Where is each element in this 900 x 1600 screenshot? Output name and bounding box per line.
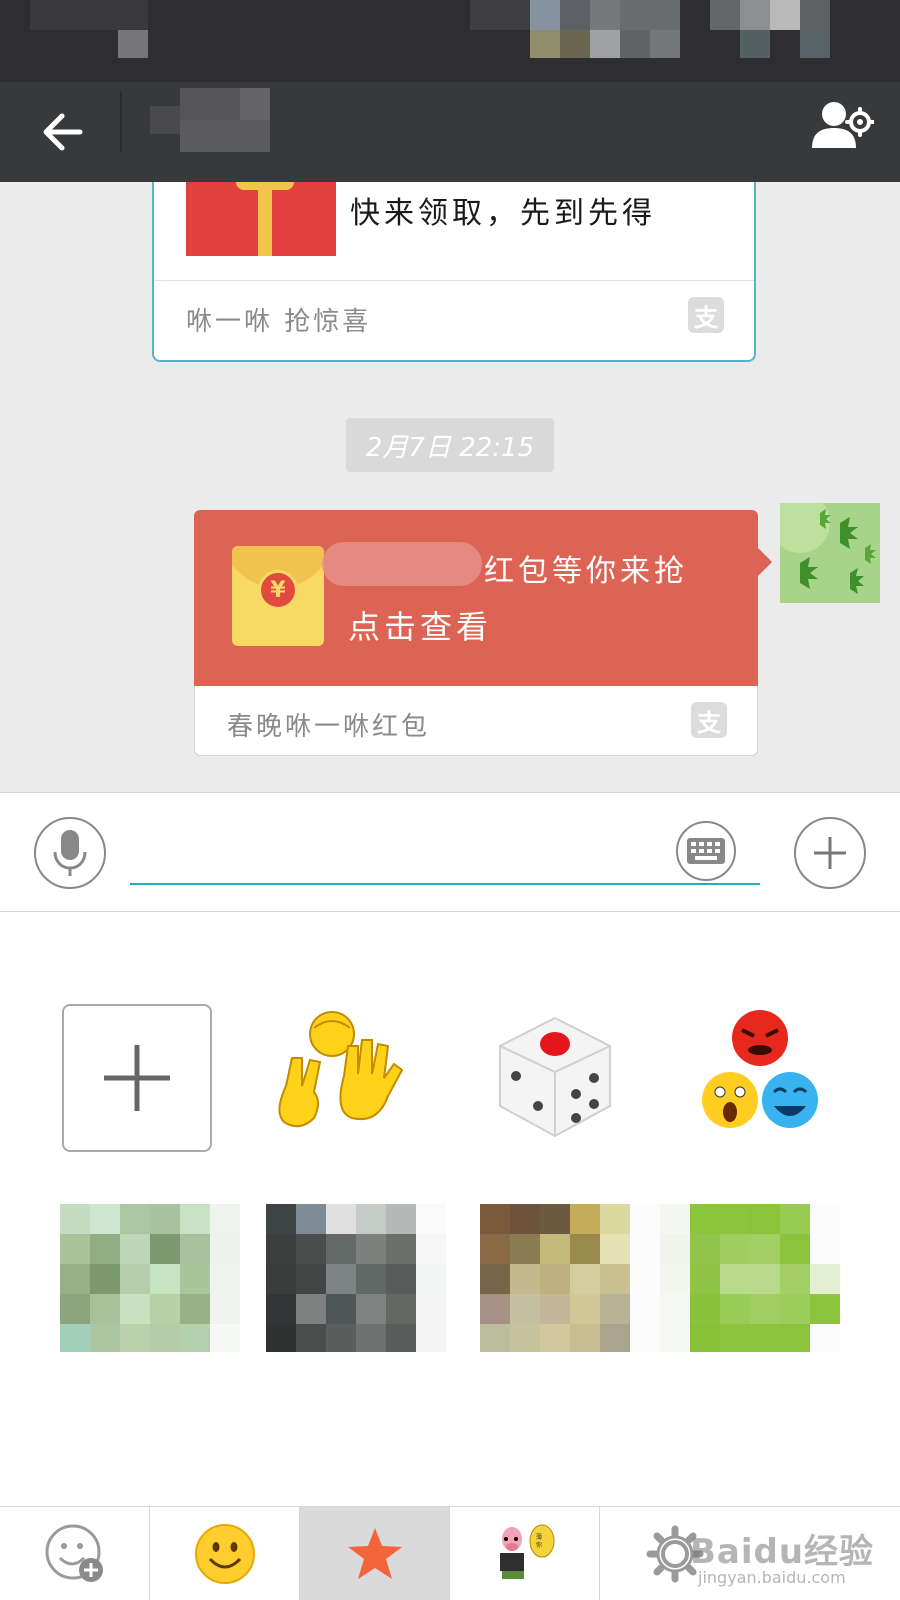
gift-box-icon <box>186 182 336 256</box>
dice-sticker[interactable] <box>480 1006 630 1156</box>
add-sticker-button[interactable] <box>62 1004 212 1152</box>
red-packet-action: 点击查看 <box>348 608 493 646</box>
chat-settings-button[interactable] <box>808 96 875 156</box>
red-packet-title: 红包等你来抢 <box>484 554 688 589</box>
chat-area[interactable]: 快来领取，先到先得 咻一咻 抢惊喜 支 2月7日 22:15 ¥ 红包等你来抢 … <box>0 182 900 792</box>
voice-button[interactable] <box>34 817 106 889</box>
sticker-category-tabs: 薄 你 <box>0 1506 900 1600</box>
emoji-add-icon <box>45 1524 103 1582</box>
keyboard-icon <box>687 838 725 864</box>
gear-icon <box>646 1525 704 1583</box>
tab-emoji-manage[interactable] <box>0 1507 150 1600</box>
input-bar <box>0 792 900 912</box>
hand-gestures-icon <box>278 1011 404 1128</box>
microphone-icon <box>53 830 87 876</box>
blurred-sticker-2[interactable] <box>266 1204 446 1352</box>
tab-smileys[interactable] <box>150 1507 300 1600</box>
sticker-panel <box>0 912 900 1506</box>
tab-favorites[interactable] <box>300 1507 450 1600</box>
smiley-icon <box>194 1524 255 1584</box>
keyboard-toggle-button[interactable] <box>676 821 736 881</box>
plus-circle-icon <box>814 837 846 869</box>
red-packet-message[interactable]: ¥ 红包等你来抢 点击查看 <box>194 510 772 686</box>
svg-text:你: 你 <box>536 1541 542 1549</box>
blurred-sticker-3[interactable] <box>480 1204 660 1352</box>
back-button[interactable] <box>30 100 94 164</box>
more-options-button[interactable] <box>794 817 866 889</box>
red-envelope-icon: ¥ <box>232 546 324 646</box>
avatar[interactable] <box>780 503 880 603</box>
red-packet-footer-text: 春晚咻一咻红包 <box>227 712 431 742</box>
promo-card-footer: 咻一咻 抢惊喜 支 <box>154 280 754 352</box>
blurred-sticker-1[interactable] <box>60 1204 240 1352</box>
alipay-icon: 支 <box>691 702 727 738</box>
emoji-faces-sticker[interactable] <box>690 1006 840 1156</box>
plus-icon <box>104 1045 170 1111</box>
arrow-left-icon <box>43 113 83 151</box>
svg-text:薄: 薄 <box>536 1533 542 1541</box>
promo-card-text: 快来领取，先到先得 <box>350 196 656 231</box>
chat-title-blurred <box>150 88 270 152</box>
rock-paper-scissors-sticker[interactable] <box>274 1006 424 1156</box>
red-packet-footer[interactable]: 春晚咻一咻红包 支 <box>194 686 758 756</box>
avatar-leaves-image <box>780 503 880 603</box>
alipay-icon: 支 <box>688 297 724 333</box>
promo-card[interactable]: 快来领取，先到先得 咻一咻 抢惊喜 支 <box>152 182 756 362</box>
message-input[interactable] <box>130 821 760 885</box>
sender-name-blurred <box>322 542 482 586</box>
user-settings-icon <box>812 102 875 148</box>
dice-icon <box>499 1016 611 1138</box>
message-timestamp: 2月7日 22:15 <box>346 418 554 472</box>
emoji-faces-icon <box>702 1010 818 1128</box>
tab-pig-stickers[interactable]: 薄 你 <box>450 1507 600 1600</box>
promo-card-footer-text: 咻一咻 抢惊喜 <box>186 307 372 337</box>
yuan-coin-icon: ¥ <box>258 570 298 610</box>
blurred-sticker-4[interactable] <box>660 1204 840 1352</box>
tab-settings[interactable] <box>600 1507 900 1600</box>
status-bar <box>0 0 900 82</box>
title-bar <box>0 82 900 182</box>
title-divider <box>120 92 122 152</box>
star-icon <box>347 1528 402 1579</box>
pig-sticker-icon: 薄 你 <box>499 1524 554 1579</box>
